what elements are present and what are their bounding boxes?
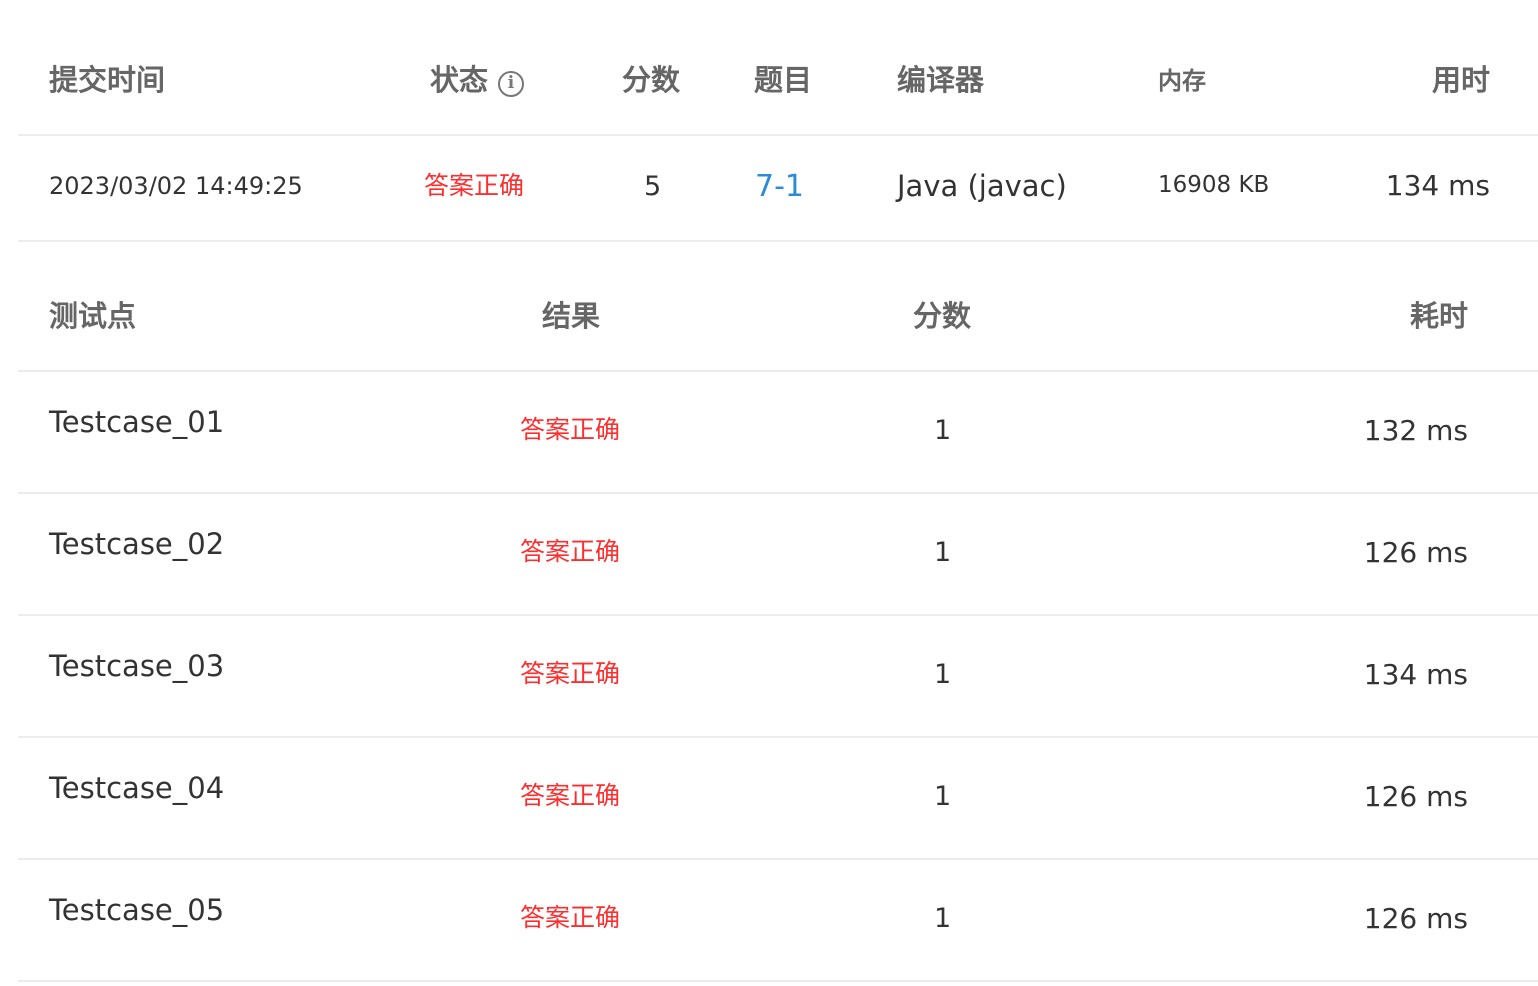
testcase-name: Testcase_04 — [49, 771, 225, 805]
info-icon[interactable]: i — [498, 71, 525, 97]
testcase-time: 126 ms — [1363, 780, 1468, 813]
testcase-score: 1 — [934, 903, 952, 934]
testcase-name: Testcase_02 — [49, 527, 225, 561]
testcase-score: 1 — [934, 781, 952, 812]
header-memory: 内存 — [1158, 67, 1206, 95]
header-score: 分数 — [622, 63, 681, 97]
divider — [18, 736, 1538, 738]
header-testcase-score: 分数 — [913, 299, 972, 333]
submission-memory: 16908 KB — [1158, 172, 1270, 198]
testcase-time: 134 ms — [1363, 658, 1468, 691]
divider — [18, 614, 1538, 616]
submission-status: 答案正确 — [424, 171, 525, 200]
divider — [18, 370, 1538, 372]
header-submit-time: 提交时间 — [49, 63, 166, 97]
header-problem: 题目 — [754, 63, 813, 97]
testcase-name: Testcase_01 — [49, 405, 225, 439]
testcase-name: Testcase_05 — [49, 893, 225, 927]
header-compiler: 编译器 — [897, 63, 985, 97]
submission-time: 2023/03/02 14:49:25 — [49, 172, 303, 200]
testcase-name: Testcase_03 — [49, 649, 225, 683]
divider — [18, 858, 1538, 860]
submission-score: 5 — [644, 171, 662, 202]
header-testcase: 测试点 — [49, 299, 137, 333]
testcase-result: 答案正确 — [520, 537, 621, 566]
testcase-score: 1 — [934, 659, 952, 690]
testcase-result: 答案正确 — [520, 903, 621, 932]
divider — [18, 240, 1538, 242]
problem-link[interactable]: 7-1 — [755, 172, 804, 202]
submission-compiler: Java (javac) — [897, 169, 1067, 203]
header-result: 结果 — [542, 299, 601, 333]
header-status: 状态 i — [430, 63, 525, 97]
testcase-time: 132 ms — [1363, 414, 1468, 447]
submission-duration: 134 ms — [1385, 169, 1490, 202]
testcase-score: 1 — [934, 537, 952, 568]
testcase-score: 1 — [934, 415, 952, 446]
testcase-result: 答案正确 — [520, 781, 621, 810]
header-status-label: 状态 — [430, 63, 489, 97]
divider — [18, 492, 1538, 494]
header-duration: 用时 — [1431, 63, 1490, 97]
testcase-time: 126 ms — [1363, 902, 1468, 935]
testcase-result: 答案正确 — [520, 659, 621, 688]
testcase-result: 答案正确 — [520, 415, 621, 444]
testcase-time: 126 ms — [1363, 536, 1468, 569]
divider — [18, 134, 1538, 136]
divider — [18, 980, 1538, 982]
header-testcase-time: 耗时 — [1409, 299, 1468, 333]
